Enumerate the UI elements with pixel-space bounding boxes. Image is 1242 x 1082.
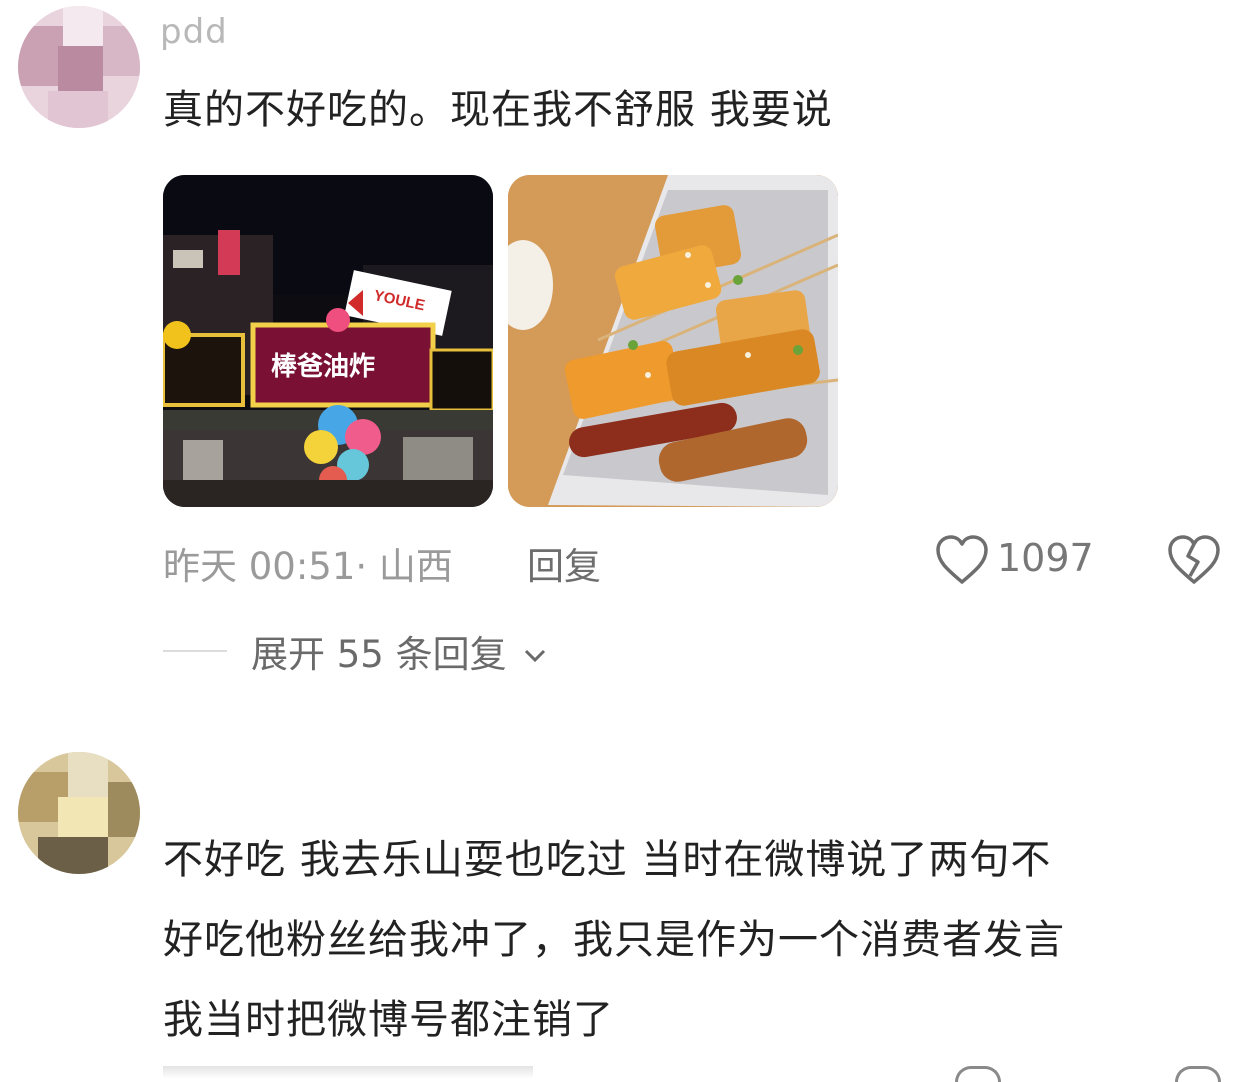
avatar-blur-block [58,797,108,837]
comment-image-skewers[interactable] [508,175,838,507]
comment-text-line: 好吃他粉丝给我冲了，我只是作为一个消费者发言 [163,917,1065,963]
chevron-down-icon [522,631,548,663]
comment-text-line: 不好吃 我去乐山耍也吃过 当时在微博说了两句不 [163,837,1052,883]
comment-meta-cutoff [163,1066,533,1079]
comment-text: 真的不好吃的。现在我不舒服 我要说 [163,87,833,133]
location-text: · 山西 [355,545,453,588]
comment-time: 昨天 00:51· 山西 [163,536,453,590]
expand-replies-label: 展开 55 条回复 [251,633,507,676]
avatar[interactable] [18,6,140,128]
avatar-blur-block [68,752,108,797]
heart-outline-icon[interactable] [934,534,990,586]
broken-heart-icon[interactable] [1175,1066,1221,1082]
time-text: 昨天 00:51 [163,545,356,588]
comment-image-stall[interactable]: YOULE 棒爸油炸 [163,175,493,507]
avatar-blur-block [103,26,140,76]
reply-button[interactable]: 回复 [527,536,601,590]
avatar-blur-block [108,782,140,837]
avatar-blur-block [18,26,63,86]
avatar-blur-block [48,91,108,128]
avatar-blur-block [63,6,103,46]
comment-text-line: 我当时把微博号都注销了 [163,997,614,1043]
like-count: 1097 [997,536,1094,580]
avatar-blur-block [58,46,103,91]
expand-divider [163,650,227,652]
username[interactable]: pdd [160,12,228,52]
expand-replies-button[interactable]: 展开 55 条回复 [251,624,546,678]
avatar[interactable] [18,752,140,874]
avatar-blur-block [38,837,108,874]
stall-sign-text: 棒爸油炸 [271,352,375,382]
heart-outline-icon[interactable] [955,1066,1001,1082]
broken-heart-icon[interactable] [1166,534,1222,586]
